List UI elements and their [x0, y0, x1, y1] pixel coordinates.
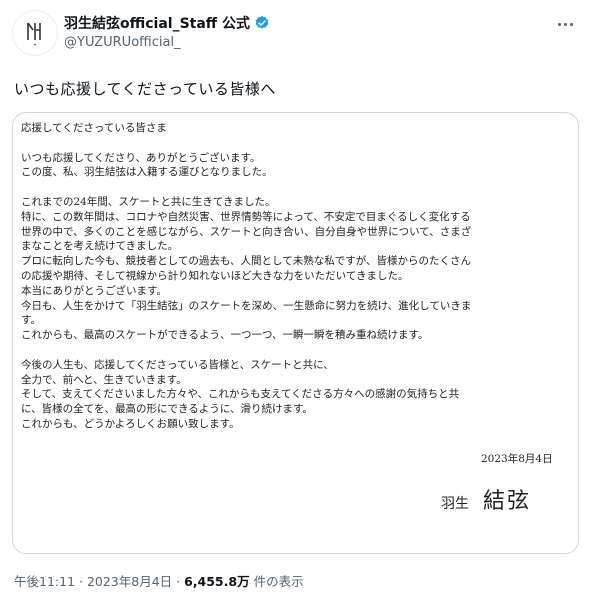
- letter-line: 応援してくださっている皆さま: [21, 122, 167, 134]
- tweet-meta: 午後11:11 · 2023年8月4日 · 6,455.8万 件の表示: [14, 571, 304, 590]
- meta-separator: ·: [172, 574, 185, 589]
- attached-image[interactable]: 応援してくださっている皆さまいつも応援してくださり、ありがとうございます。 この度…: [12, 112, 579, 554]
- letter-line: に、皆様の全てを、最高の形にできるように、滑り続けます。: [21, 403, 313, 416]
- letter-line: そして、支えてくださいました方々や、これからも支えてくださる方々への感謝の気持ち…: [21, 388, 460, 401]
- letter-line: 今後の人生も、応援してくださっている皆様と、スケートと共に、: [21, 358, 334, 371]
- letter-line: す。: [21, 314, 41, 327]
- tweet-text: いつも応援してくださっている皆様へ: [14, 80, 276, 98]
- letter-line: これからも、最高のスケートができるよう、一つ一つ、一瞬一瞬を積み重ね続けます。: [21, 329, 429, 342]
- letter-line: これまでの24年間、スケートと共に生きてきました。: [21, 195, 276, 208]
- svg-text:✦: ✦: [33, 42, 37, 47]
- letter-line: いつも応援してくださり、ありがとうございます。: [21, 151, 261, 164]
- tweet-header: ✦ 羽生結弦official_Staff 公式 @YUZURUofficial_: [12, 10, 579, 58]
- letter-line: プロに転向した今も、競技者としての過去も、人間として未熟な私ですが、皆様からのた…: [21, 255, 472, 268]
- signature-family: 羽生: [441, 496, 469, 512]
- letter-body: 応援してくださっている皆さまいつも応援してくださり、ありがとうございます。 この度…: [21, 121, 471, 432]
- views-count: 6,455.8万: [184, 574, 250, 589]
- avatar[interactable]: ✦: [12, 10, 58, 56]
- letter-line: 世界の中で、多くのことを感じながら、スケートと向き合い、自分自身や世界について、…: [21, 225, 472, 238]
- letter-line: 今日も、人生をかけて「羽生結弦」のスケートを深め、一生懸命に努力を続け、進化して…: [21, 299, 472, 312]
- letter-line: [21, 343, 471, 358]
- letter-line: 本当にありがとうございます。: [21, 284, 167, 297]
- logo-avatar-icon: ✦: [27, 22, 41, 47]
- letter-date: 2023年8月4日: [481, 453, 553, 465]
- views-label: 件の表示: [249, 574, 304, 589]
- letter-line: の応援や期待、そして視線から計り知れないほど大きな力をいただいてきました。: [21, 269, 409, 282]
- letter-line: 特に、この数年間は、コロナや自然災害、世界情勢等によって、不安定で目まぐるしく変…: [21, 210, 471, 223]
- letter-line: この度、私、羽生結弦は入籍する運びとなりました。: [21, 166, 273, 179]
- name-row: 羽生結弦official_Staff 公式: [64, 13, 270, 33]
- letter-line: まなことを考え続けてきました。: [21, 240, 179, 253]
- display-name[interactable]: 羽生結弦official_Staff 公式: [64, 13, 250, 33]
- handle[interactable]: @YUZURUofficial_: [64, 35, 181, 50]
- letter-signature: 羽生 結弦: [441, 483, 531, 515]
- letter-line: [21, 136, 471, 151]
- verified-badge-icon: [255, 16, 269, 29]
- letter-line: [21, 180, 471, 195]
- more-icon[interactable]: [551, 14, 579, 34]
- timestamp[interactable]: 午後11:11 · 2023年8月4日: [14, 574, 172, 589]
- letter-line: 全力で、前へと、生きていきます。: [21, 373, 187, 386]
- letter-line: これからも、どうかよろしくお願い致します。: [21, 417, 240, 430]
- signature-given: 結弦: [483, 489, 532, 514]
